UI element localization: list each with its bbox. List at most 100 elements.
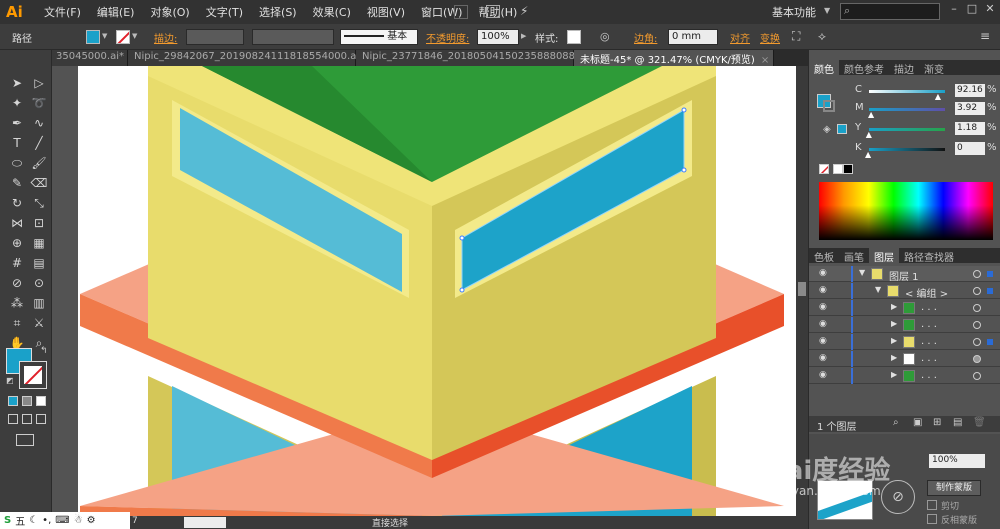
doc-tab-1[interactable]: 35045000.ai*× [50,50,138,66]
keyboard-icon[interactable]: ⌨ [55,515,69,526]
target-icon[interactable] [973,372,981,380]
direct-selection-tool-icon[interactable]: ▷ [30,74,48,92]
stroke-weight-label[interactable]: 描边: [154,30,177,45]
slider-cyan[interactable]: C ▲ 92.16 % [851,84,1000,101]
menu-select[interactable]: 选择(S) [251,4,305,20]
draw-behind-icon[interactable] [22,414,32,424]
target-icon[interactable] [973,321,981,329]
slider-track[interactable] [869,90,945,93]
layer-row-item[interactable]: ◉ ▶ . . . [809,351,1000,367]
layer-row-main[interactable]: ◉ ▼ 图层 1 [809,266,1000,283]
last-color-swatch[interactable] [837,124,847,134]
chevron-down-icon[interactable]: ▼ [102,32,107,40]
tab-swatches[interactable]: 色板 [809,248,839,264]
locate-object-icon[interactable]: ⌕ [893,417,899,428]
target-icon[interactable] [973,355,981,363]
rotate-tool-icon[interactable]: ↻ [8,194,26,212]
punctuation-icon[interactable]: •, [42,515,51,526]
skin-icon[interactable]: ☃ [74,515,83,526]
channel-value-input[interactable]: 92.16 [955,84,985,97]
chevron-down-icon[interactable]: ▼ [875,285,881,294]
pen-tool-icon[interactable]: ✒ [8,114,26,132]
tab-gradient[interactable]: 渐变 [919,60,949,76]
eye-icon[interactable]: ◉ [819,353,829,363]
anchor-point[interactable] [459,235,465,241]
fill-swatch[interactable] [86,30,100,44]
screen-mode-icon[interactable] [16,434,34,446]
menu-effect[interactable]: 效果(C) [305,4,359,20]
slider-knob[interactable]: ▲ [935,92,941,101]
perspective-grid-tool-icon[interactable]: ▦ [30,234,48,252]
shape-builder-tool-icon[interactable]: ⊕ [8,234,26,252]
clipping-mask-icon[interactable]: ▣ [913,417,922,428]
trash-icon[interactable]: 🗑 [973,417,986,428]
layer-row-item[interactable]: ◉ ▶ . . . [809,334,1000,350]
transparency-opacity-input[interactable]: 100% [929,454,985,468]
eye-icon[interactable]: ◉ [819,285,829,295]
channel-value-input[interactable]: 0 [955,142,985,155]
width-tool-icon[interactable]: ⋈ [8,214,26,232]
slider-track[interactable] [869,148,945,151]
sublayer-name[interactable]: . . . [921,370,937,381]
free-transform-tool-icon[interactable]: ⊡ [30,214,48,232]
canvas-area[interactable] [52,66,796,516]
white-swatch[interactable] [833,164,843,174]
chevron-down-icon[interactable]: ▼ [132,32,137,40]
draw-normal-icon[interactable] [8,414,18,424]
chevron-right-icon[interactable]: ▶ [891,302,897,311]
graphic-style-swatch[interactable] [567,30,581,44]
chevron-right-icon[interactable]: ▶ [891,353,897,362]
menu-file[interactable]: 文件(F) [36,4,89,20]
black-swatch[interactable] [843,164,853,174]
slider-knob[interactable]: ▲ [865,150,871,159]
line-tool-icon[interactable]: ╱ [30,134,48,152]
bridge-icon[interactable] [454,5,468,19]
new-layer-icon[interactable]: ▤ [953,417,962,428]
column-graph-tool-icon[interactable]: ▥ [30,294,48,312]
blend-tool-icon[interactable]: ⊙ [30,274,48,292]
variable-width-dropdown[interactable] [252,29,334,45]
eraser-tool-icon[interactable]: ⌫ [30,174,48,192]
target-icon[interactable] [973,287,981,295]
doc-tab-active[interactable]: 未标题-45* @ 321.47% (CMYK/预览) × [574,50,774,66]
ime-mode-label[interactable]: 五 [15,513,25,528]
slider-black[interactable]: K ▲ 0 % [851,142,1000,159]
selection-indicator[interactable] [987,339,993,345]
close-icon[interactable]: ✕ [984,2,996,16]
invert-mask-checkbox[interactable] [927,514,937,524]
tab-color-guide[interactable]: 颜色参考 [839,60,889,76]
new-sublayer-icon[interactable]: ⊞ [933,417,941,428]
eye-icon[interactable]: ◉ [819,370,829,380]
none-swatch[interactable] [819,164,829,174]
transform-each-icon[interactable]: ⟡ [818,29,826,44]
isolate-icon[interactable]: ⛶ [792,29,800,44]
chevron-right-icon[interactable]: ▶ [521,32,526,40]
minimize-icon[interactable]: – [948,2,960,16]
tab-brushes[interactable]: 画笔 [839,248,869,264]
tab-color[interactable]: 颜色 [809,60,839,76]
anchor-point[interactable] [681,167,687,173]
maximize-icon[interactable]: □ [966,2,978,16]
eye-icon[interactable]: ◉ [819,302,829,312]
target-icon[interactable] [973,270,981,278]
target-icon[interactable] [973,304,981,312]
ellipse-tool-icon[interactable]: ⬭ [8,154,26,172]
draw-inside-icon[interactable] [36,414,46,424]
zoom-level[interactable]: 7 [132,516,138,526]
gpu-performance-icon[interactable]: ⚡ [520,4,528,18]
none-mode-icon[interactable] [36,396,46,406]
doc-tab-3[interactable]: Nipic_23771846_20180504150235888088.ai*× [356,50,607,66]
layer-row-item[interactable]: ◉ ▶ . . . [809,368,1000,384]
tab-pathfinder[interactable]: 路径查找器 [899,248,959,264]
eye-icon[interactable]: ◉ [819,319,829,329]
eye-icon[interactable]: ◉ [819,268,829,278]
color-spectrum[interactable] [819,182,993,240]
sublayer-name[interactable]: . . . [921,353,937,364]
channel-value-input[interactable]: 1.18 [955,122,985,135]
slider-yellow[interactable]: Y ▲ 1.18 % [851,122,1000,139]
chevron-right-icon[interactable]: ▶ [891,336,897,345]
channel-value-input[interactable]: 3.92 [955,102,985,115]
gradient-tool-icon[interactable]: ▤ [30,254,48,272]
target-icon[interactable] [973,338,981,346]
menu-edit[interactable]: 编辑(E) [89,4,143,20]
